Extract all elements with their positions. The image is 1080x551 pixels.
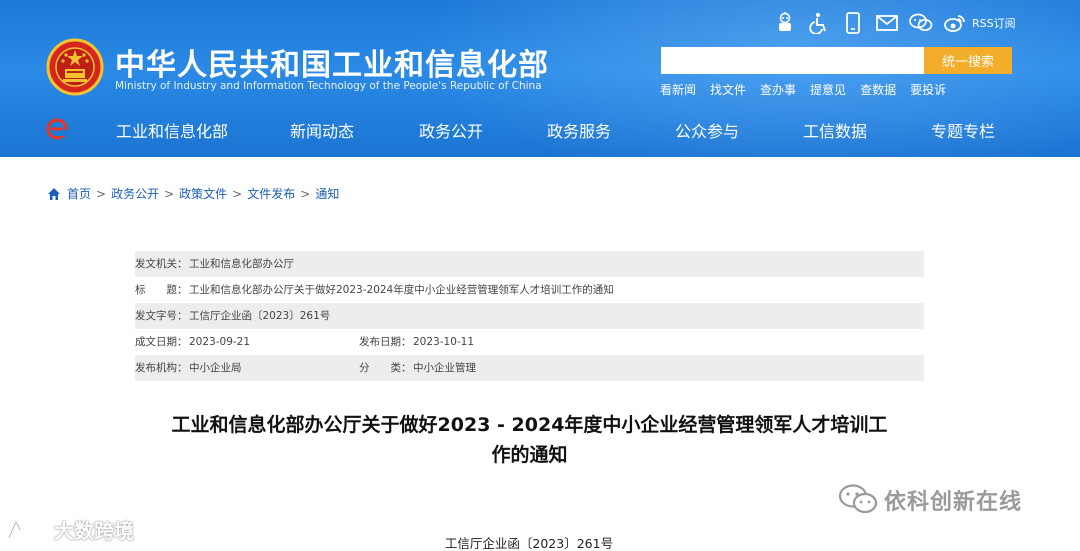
site-header: 中华人民共和国工业和信息化部 Ministry of Industry and … [0, 0, 1080, 157]
weibo-icon[interactable] [942, 11, 968, 35]
quick-links: 看新闻 找文件 查办事 提意见 查数据 要投诉 [660, 81, 960, 98]
nav-item-government-services[interactable]: 政务服务 [547, 118, 611, 142]
wechat-icon[interactable] [908, 11, 934, 35]
breadcrumb-separator: > [300, 186, 311, 201]
info-row-dates: 成文日期： 2023-09-21 发布日期： 2023-10-11 [135, 329, 924, 355]
breadcrumb-government-affairs[interactable]: 政务公开 [111, 185, 159, 202]
quick-link-services[interactable]: 查办事 [760, 81, 796, 98]
rss-subscribe-link[interactable]: RSS订阅 [972, 15, 1016, 31]
article-title-line-1: 工业和信息化部办公厅关于做好2023 - 2024年度中小企业经营管理领军人才培… [171, 414, 888, 436]
created-date-label: 成文日期： [135, 336, 188, 348]
category-label: 分 类： [359, 362, 412, 374]
watermark-right-text: 依科创新在线 [884, 490, 1023, 515]
site-subtitle: Ministry of Industry and Information Tec… [115, 80, 542, 92]
category-value: 中小企业管理 [413, 362, 476, 374]
title-value: 工业和信息化部办公厅关于做好2023-2024年度中小企业经营管理领军人才培训工… [189, 284, 614, 296]
watermark-left-text: 大数跨境 [54, 519, 134, 543]
quick-link-documents[interactable]: 找文件 [710, 81, 746, 98]
watermark-left: 大数跨境 [6, 515, 134, 544]
doc-number-label: 发文字号： [135, 310, 188, 322]
org-value: 中小企业局 [189, 362, 242, 374]
breadcrumb: 首页 > 政务公开 > 政策文件 > 文件发布 > 通知 [47, 185, 339, 202]
home-icon [48, 187, 60, 200]
watermark-logo-icon [7, 517, 49, 539]
breadcrumb-policy-documents[interactable]: 政策文件 [179, 185, 227, 202]
info-row-title: 标 题： 工业和信息化部办公厅关于做好2023-2024年度中小企业经营管理领军… [135, 277, 924, 303]
nav-item-news[interactable]: 新闻动态 [290, 118, 354, 142]
e-gov-logo-icon[interactable] [46, 118, 68, 140]
wechat-watermark-icon [838, 484, 878, 514]
quick-link-complaints[interactable]: 要投诉 [910, 81, 946, 98]
breadcrumb-home[interactable]: 首页 [67, 185, 91, 202]
nav-item-public-participation[interactable]: 公众参与 [675, 118, 739, 142]
info-row-issuer: 发文机关： 工业和信息化部办公厅 [135, 251, 924, 277]
created-date-value: 2023-09-21 [189, 336, 251, 348]
nav-item-topics[interactable]: 专题专栏 [931, 118, 995, 142]
title-label: 标 题： [135, 284, 188, 296]
watermark-right: 依科创新在线 [838, 483, 1022, 517]
site-title[interactable]: 中华人民共和国工业和信息化部 [115, 40, 549, 84]
quick-link-suggestions[interactable]: 提意见 [810, 81, 846, 98]
breadcrumb-document-release[interactable]: 文件发布 [247, 185, 295, 202]
issuer-value: 工业和信息化部办公厅 [189, 258, 294, 270]
quick-link-news[interactable]: 看新闻 [660, 81, 696, 98]
top-icon-bar: RSS订阅 [772, 10, 1016, 36]
published-date-label: 发布日期： [359, 336, 412, 348]
main-nav: 工业和信息化部 新闻动态 政务公开 政务服务 公众参与 工信数据 专题专栏 [0, 112, 1080, 146]
published-date-value: 2023-10-11 [413, 336, 475, 348]
article-title: 工业和信息化部办公厅关于做好2023 - 2024年度中小企业经营管理领军人才培… [135, 410, 924, 470]
info-row-org-category: 发布机构： 中小企业局 分 类： 中小企业管理 [135, 355, 924, 381]
breadcrumb-separator: > [232, 186, 243, 201]
mail-icon[interactable] [874, 11, 900, 35]
org-label: 发布机构： [135, 362, 188, 374]
national-emblem-icon[interactable] [46, 38, 104, 96]
doc-number-value: 工信厅企业函〔2023〕261号 [189, 310, 331, 322]
quick-link-data[interactable]: 查数据 [860, 81, 896, 98]
breadcrumb-separator: > [164, 186, 175, 201]
issuer-label: 发文机关： [135, 258, 188, 270]
robot-icon[interactable] [772, 11, 798, 35]
search-input[interactable] [661, 47, 924, 74]
article-doc-number: 工信厅企业函〔2023〕261号 [444, 536, 614, 551]
article-title-line-2: 作的通知 [491, 444, 568, 466]
unified-search-button[interactable]: 统一搜索 [924, 47, 1012, 74]
breadcrumb-separator: > [96, 186, 107, 201]
nav-item-data[interactable]: 工信数据 [803, 118, 867, 142]
mobile-icon[interactable] [840, 11, 866, 35]
breadcrumb-notice[interactable]: 通知 [315, 185, 339, 202]
info-row-doc-number: 发文字号： 工信厅企业函〔2023〕261号 [135, 303, 924, 329]
accessibility-icon[interactable] [806, 11, 832, 35]
nav-item-government-affairs[interactable]: 政务公开 [419, 118, 483, 142]
document-info-table: 发文机关： 工业和信息化部办公厅 标 题： 工业和信息化部办公厅关于做好2023… [135, 251, 924, 381]
nav-item-ministry[interactable]: 工业和信息化部 [116, 118, 228, 142]
